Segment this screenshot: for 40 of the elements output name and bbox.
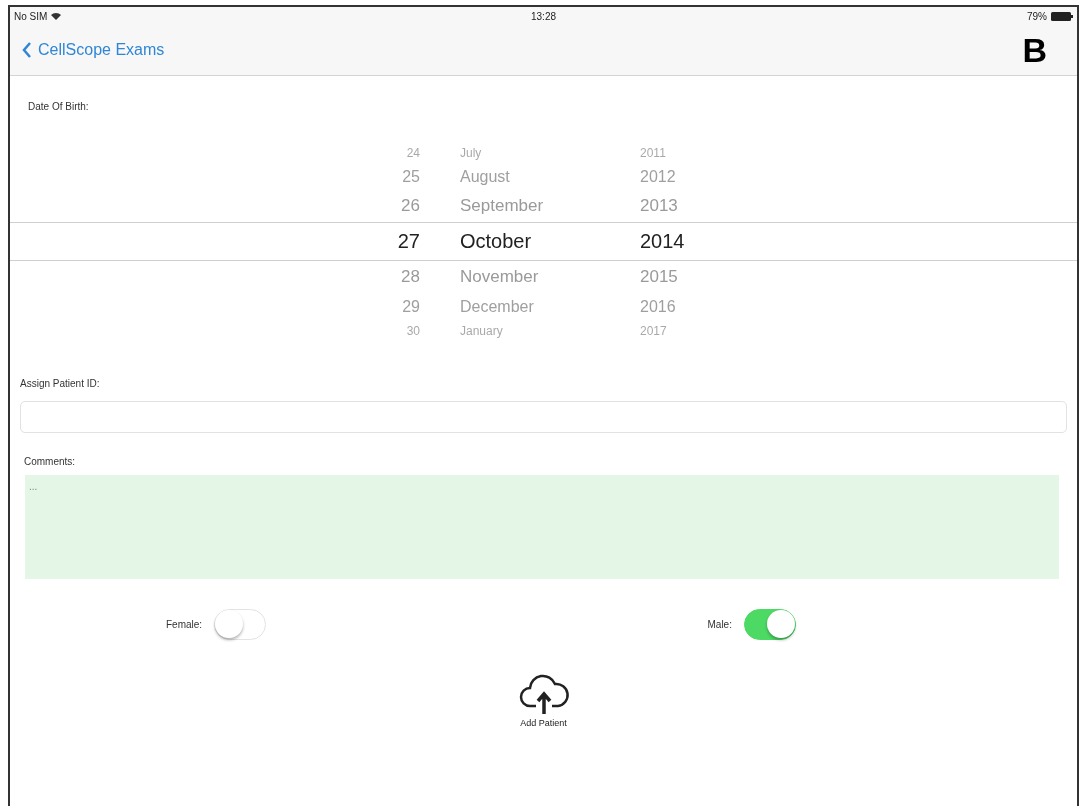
picker-day[interactable]: 27 [397, 230, 420, 253]
picker-day[interactable]: 26 [401, 196, 420, 216]
back-link[interactable]: CellScope Exams [22, 41, 165, 59]
field-label: Date Of Birth: [28, 101, 89, 112]
battery-icon [1051, 11, 1073, 21]
picker-month[interactable]: December [460, 297, 534, 316]
picker-year[interactable]: 2013 [640, 196, 678, 216]
clock-time: 13:28 [531, 10, 556, 22]
picker-year[interactable]: 2011 [640, 145, 666, 160]
field-label: Comments: [24, 456, 76, 467]
picker-year[interactable]: 2017 [640, 323, 667, 338]
picker-month[interactable]: October [460, 230, 532, 253]
battery-percent: 79% [1027, 10, 1047, 22]
picker-month[interactable]: September [460, 196, 544, 216]
chevron-left-icon [22, 42, 32, 58]
picker-day[interactable]: 25 [402, 167, 420, 186]
picker-year[interactable]: 2016 [640, 297, 676, 316]
add-patient-button[interactable]: Add Patient [517, 674, 570, 728]
toggle-label: Male: [707, 619, 732, 630]
comments-field[interactable]: ... [25, 475, 1059, 579]
picker-year[interactable]: 2015 [640, 267, 678, 287]
patient-id-field[interactable] [20, 401, 1067, 433]
picker-month[interactable]: July [460, 145, 482, 160]
picker-month[interactable]: August [460, 167, 510, 186]
field-label: Assign Patient ID: [20, 378, 100, 389]
picker-month[interactable]: November [460, 267, 539, 287]
picker-month[interactable]: January [460, 323, 503, 338]
picker-day[interactable]: 28 [401, 267, 420, 287]
picker-day[interactable]: 29 [402, 297, 420, 316]
carrier-label: No SIM [14, 10, 48, 22]
cloud-upload-icon [517, 674, 570, 714]
toggle-switch[interactable] [214, 609, 267, 640]
picker-year[interactable]: 2012 [640, 167, 676, 186]
toggle-switch[interactable] [743, 609, 796, 640]
panel-letter: B [1022, 30, 1047, 70]
wifi-icon [51, 12, 62, 20]
picker-day[interactable]: 30 [406, 323, 420, 338]
picker-day[interactable]: 24 [406, 145, 420, 160]
toggle-label: Female: [166, 619, 203, 630]
picker-year[interactable]: 2014 [640, 230, 685, 253]
